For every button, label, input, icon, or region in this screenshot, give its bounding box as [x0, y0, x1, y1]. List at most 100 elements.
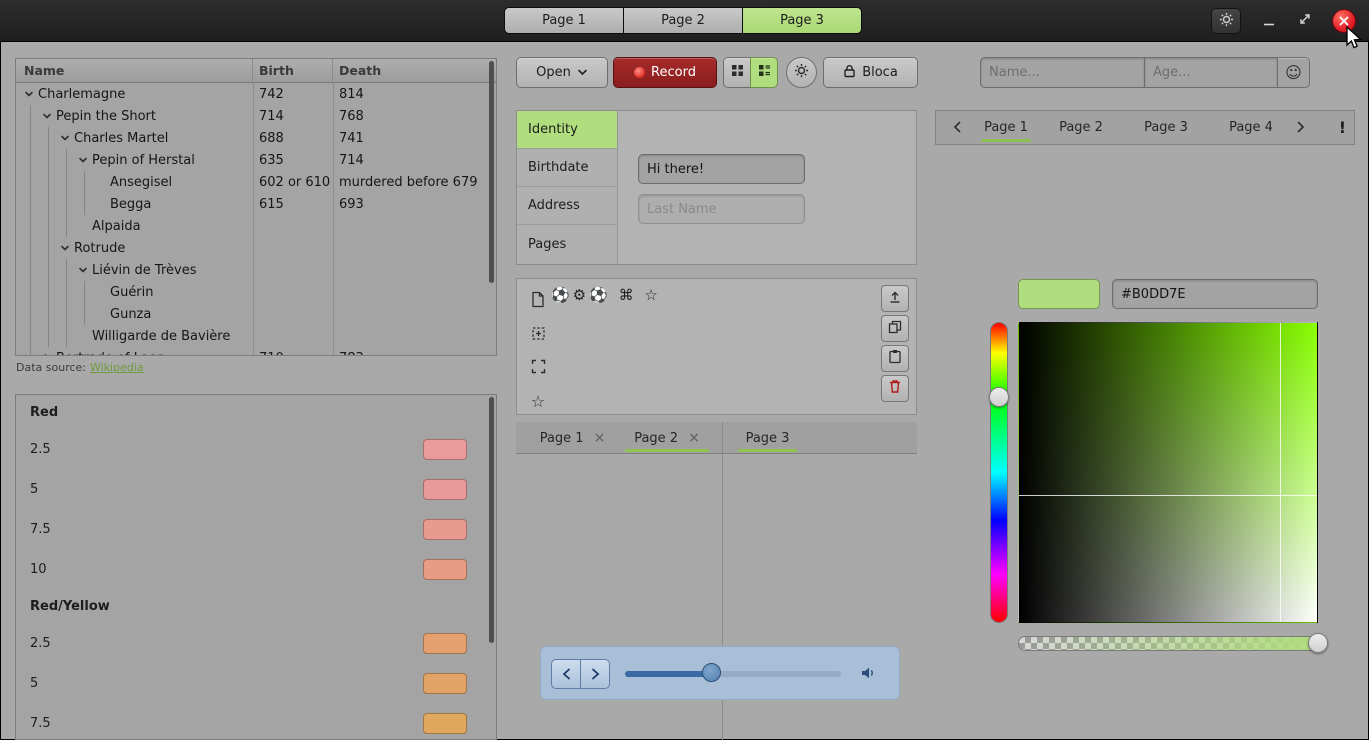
person-name: Pepin the Short	[56, 109, 156, 124]
volume-icon[interactable]	[859, 663, 879, 687]
alpha-slider-handle[interactable]	[1308, 633, 1328, 653]
tab-page1[interactable]: Page 1	[976, 111, 1036, 144]
tree-row[interactable]: Bertrade of Laon710783	[16, 347, 496, 356]
column-header-birth[interactable]: Birth	[253, 59, 333, 82]
warning-indicator: !	[1339, 111, 1346, 144]
column-header-name[interactable]: Name	[16, 59, 253, 82]
lock-button[interactable]: Bloca	[823, 57, 918, 88]
tree-guide-line	[24, 325, 42, 347]
column-divider	[253, 83, 254, 355]
expander-open-icon[interactable]	[60, 243, 74, 253]
person-birth: 688	[253, 131, 333, 146]
seek-slider-handle[interactable]	[702, 663, 721, 682]
paste-icon	[888, 349, 902, 368]
open-button[interactable]: Open	[516, 57, 608, 88]
grid-view-button[interactable]	[723, 57, 751, 88]
color-list-item[interactable]: 2.5	[16, 429, 496, 469]
expander-open-icon[interactable]	[78, 265, 92, 275]
expander-open-icon[interactable]	[60, 133, 74, 143]
expander-closed-icon[interactable]	[42, 353, 56, 356]
tab-page3[interactable]: Page 3	[735, 422, 800, 454]
tree-row[interactable]: Gunza	[16, 303, 496, 325]
copy-button[interactable]	[881, 315, 909, 342]
tree-guide-line	[60, 281, 78, 303]
column-header-death[interactable]: Death	[333, 59, 496, 82]
selection-icon[interactable]	[531, 326, 546, 345]
name-input[interactable]	[980, 57, 1145, 88]
first-name-field[interactable]	[638, 154, 805, 184]
settings-button[interactable]	[786, 57, 817, 88]
expander-open-icon[interactable]	[78, 155, 92, 165]
sidebar-item-birthdate[interactable]: Birthdate	[517, 149, 617, 187]
tree-row[interactable]: Pepin of Herstal635714	[16, 149, 496, 171]
delete-button[interactable]	[881, 375, 909, 402]
wikipedia-link[interactable]: Wikipedia	[90, 361, 144, 374]
color-swatch	[423, 673, 467, 694]
tab-page2[interactable]: Page 2 ×	[622, 422, 712, 454]
current-color-swatch[interactable]	[1018, 279, 1100, 309]
seek-slider[interactable]	[625, 671, 841, 677]
tree-row[interactable]: Liévin de Trèves	[16, 259, 496, 281]
color-list-item[interactable]: 5	[16, 663, 496, 703]
maximize-button[interactable]	[1294, 10, 1316, 30]
new-document-icon[interactable]	[531, 291, 545, 312]
color-list-item[interactable]: 5	[16, 469, 496, 509]
tree-row[interactable]: Alpaida	[16, 215, 496, 237]
tab-page3[interactable]: Page 3	[1136, 111, 1196, 144]
alpha-slider[interactable]	[1018, 636, 1318, 651]
tree-row[interactable]: Pepin the Short714768	[16, 105, 496, 127]
tabs-scroll-left-button[interactable]	[944, 111, 970, 144]
tree-row[interactable]: Guérin	[16, 281, 496, 303]
tree-row[interactable]: Begga615693	[16, 193, 496, 215]
tree-row[interactable]: Charles Martel688741	[16, 127, 496, 149]
color-list-item[interactable]: 7.5	[16, 509, 496, 549]
expander-open-icon[interactable]	[24, 89, 38, 99]
color-list-scrollbar[interactable]	[489, 397, 494, 737]
tabs-scroll-right-button[interactable]	[1288, 111, 1314, 144]
star-icon[interactable]: ☆	[531, 392, 545, 411]
next-button[interactable]	[580, 659, 610, 689]
tree-row[interactable]: Willigarde de Bavière	[16, 325, 496, 347]
header-tab-page2[interactable]: Page 2	[623, 7, 743, 34]
tab-page1[interactable]: Page 1 ×	[530, 422, 615, 454]
hue-slider[interactable]	[990, 322, 1008, 623]
header-settings-button[interactable]	[1211, 8, 1241, 34]
paste-button[interactable]	[881, 345, 909, 372]
hex-color-input[interactable]	[1112, 279, 1318, 309]
copy-icon	[888, 319, 902, 338]
age-input[interactable]	[1144, 57, 1278, 88]
person-birth: 714	[253, 109, 333, 124]
hue-slider-handle[interactable]	[989, 387, 1009, 407]
tab-close-icon[interactable]: ×	[594, 430, 606, 446]
sidebar-item-pages[interactable]: Pages	[517, 225, 617, 263]
tree-guide-line	[60, 171, 78, 193]
tree-scrollbar[interactable]	[489, 61, 494, 353]
tab-page4[interactable]: Page 4	[1221, 111, 1281, 144]
previous-button[interactable]	[551, 659, 581, 689]
sidebar-item-identity[interactable]: Identity	[517, 111, 617, 149]
tree-row[interactable]: Charlemagne742814	[16, 83, 496, 105]
tree-row[interactable]: Rotrude	[16, 237, 496, 259]
sidebar-item-address[interactable]: Address	[517, 187, 617, 225]
color-list-item[interactable]: 7.5	[16, 703, 496, 740]
expander-open-icon[interactable]	[42, 111, 56, 121]
person-death: 814	[333, 87, 496, 102]
minimize-button[interactable]	[1258, 12, 1280, 30]
emoji-button[interactable]: ☺	[1277, 57, 1310, 88]
color-list-item[interactable]: 10	[16, 549, 496, 589]
header-tab-page3[interactable]: Page 3	[742, 7, 862, 34]
tree-guide-line	[24, 281, 42, 303]
tab-page2[interactable]: Page 2	[1051, 111, 1111, 144]
person-birth: 710	[253, 351, 333, 357]
record-button[interactable]: Record	[613, 57, 717, 88]
list-view-button[interactable]	[750, 57, 778, 88]
tab-close-icon[interactable]: ×	[688, 430, 700, 446]
upload-button[interactable]	[881, 285, 909, 312]
tree-guide-line	[24, 171, 42, 193]
saturation-value-plane[interactable]	[1018, 322, 1318, 623]
fullscreen-icon[interactable]	[531, 359, 546, 378]
color-list-item[interactable]: 2.5	[16, 623, 496, 663]
header-tab-page1[interactable]: Page 1	[504, 7, 624, 34]
tree-guide-line	[60, 303, 78, 325]
tree-row[interactable]: Ansegisel602 or 610murdered before 679	[16, 171, 496, 193]
